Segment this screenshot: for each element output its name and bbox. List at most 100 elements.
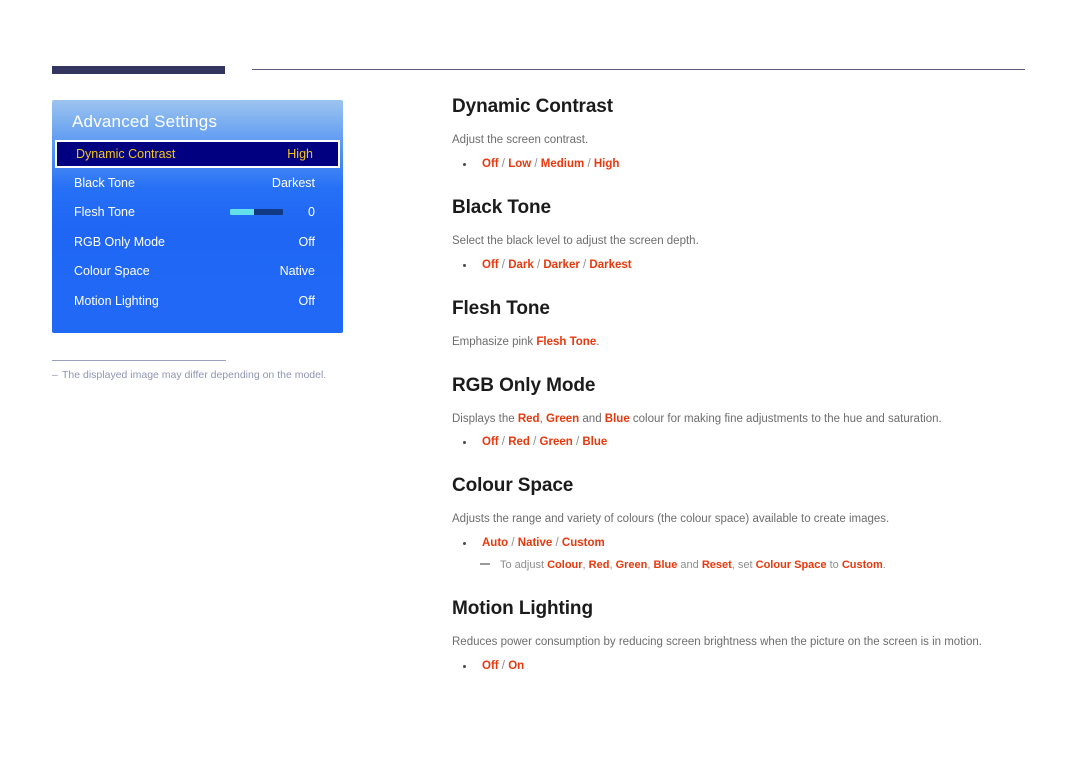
section-heading: Flesh Tone [452, 297, 550, 319]
section-note: To adjust Colour, Red, Green, Blue and R… [452, 557, 1032, 574]
section-heading: Motion Lighting [452, 597, 593, 619]
option-separator: / [533, 258, 544, 271]
option-value: Off [482, 258, 499, 271]
bullet-icon [463, 162, 466, 166]
option-value: Medium [540, 157, 585, 170]
option-separator: / [498, 157, 509, 170]
footnote-dash-icon: ‒ [52, 369, 58, 381]
manual-content: Dynamic Contrast Adjust the screen contra… [452, 96, 1032, 678]
option-value: Darkest [589, 258, 632, 271]
text-fragment: . [882, 559, 886, 572]
section-description: Select the black level to adjust the scr… [452, 234, 699, 247]
emphasis-term: Green [545, 412, 580, 425]
text-fragment: . [596, 335, 600, 348]
footnote-text: The displayed image may differ depending… [62, 369, 327, 381]
text-fragment: , set [731, 559, 756, 572]
osd-menu-screenshot: Advanced Settings Dynamic Contrast High Bl… [52, 100, 343, 333]
flesh-tone-slider[interactable] [230, 209, 283, 216]
option-separator: / [529, 436, 540, 449]
emphasis-term: Red [517, 412, 540, 425]
option-separator: / [579, 258, 590, 271]
option-value: Custom [561, 537, 605, 550]
osd-row-rgb-only-mode[interactable]: RGB Only Mode Off [52, 227, 343, 257]
option-list: Off / On [452, 658, 1032, 675]
section-motion-lighting: Motion Lighting Reduces power consumption… [452, 598, 1032, 675]
section-heading: RGB Only Mode [452, 374, 596, 396]
text-fragment: Displays the [452, 412, 518, 425]
osd-row-dynamic-contrast[interactable]: Dynamic Contrast High [55, 140, 340, 168]
osd-row-label: RGB Only Mode [74, 234, 166, 249]
osd-row-flesh-tone[interactable]: Flesh Tone 0 [52, 198, 343, 228]
osd-row-black-tone[interactable]: Black Tone Darkest [52, 168, 343, 198]
text-fragment: To adjust [500, 559, 548, 572]
osd-row-label: Dynamic Contrast [76, 147, 176, 161]
option-separator: / [508, 537, 518, 550]
osd-row-label: Colour Space [74, 264, 150, 279]
bullet-icon [463, 263, 466, 267]
bullet-icon [463, 542, 466, 546]
option-value: Darker [543, 258, 580, 271]
option-list: Off / Red / Green / Blue [452, 434, 1032, 451]
bullet-icon [463, 664, 466, 668]
section-colour-space: Colour Space Adjusts the range and variet… [452, 475, 1032, 573]
option-value: Native [517, 537, 553, 550]
section-black-tone: Black Tone Select the black level to adju… [452, 197, 1032, 274]
emphasis-term: Flesh Tone [536, 335, 597, 348]
osd-row-label: Black Tone [74, 175, 135, 190]
footnote: ‒ The displayed image may differ dependi… [52, 368, 352, 383]
header-accent-bar [52, 66, 225, 74]
bullet-icon [463, 441, 466, 445]
emphasis-term: Colour [547, 559, 583, 572]
osd-row-value: Native [279, 264, 315, 279]
section-heading: Colour Space [452, 475, 574, 497]
osd-row-colour-space[interactable]: Colour Space Native [52, 257, 343, 287]
section-description: Adjusts the range and variety of colours… [452, 513, 890, 526]
option-separator: / [498, 258, 509, 271]
emphasis-term: Reset [701, 559, 732, 572]
osd-menu-row-list: Dynamic Contrast High Black Tone Darkest Fle… [52, 140, 343, 316]
option-value: Off [482, 157, 499, 170]
option-separator: / [552, 537, 562, 550]
option-separator: / [498, 436, 509, 449]
osd-row-label: Flesh Tone [74, 205, 135, 220]
header-rule [252, 69, 1025, 70]
osd-row-motion-lighting[interactable]: Motion Lighting Off [52, 286, 343, 316]
option-value: Dark [508, 258, 534, 271]
osd-row-value: High [287, 147, 313, 161]
text-fragment: and [677, 559, 702, 572]
option-value: Green [539, 436, 573, 449]
text-fragment: to [826, 559, 842, 572]
section-dynamic-contrast: Dynamic Contrast Adjust the screen contra… [452, 96, 1032, 173]
emphasis-term: Colour Space [755, 559, 827, 572]
option-value: High [593, 157, 620, 170]
section-flesh-tone: Flesh Tone Emphasize pink Flesh Tone. [452, 298, 1032, 351]
option-value: Low [508, 157, 532, 170]
option-list: Off / Dark / Darker / Darkest [452, 257, 1032, 274]
osd-row-label: Motion Lighting [74, 293, 159, 308]
slider-fill [230, 209, 254, 216]
option-value: Off [482, 436, 499, 449]
osd-row-slider-group[interactable]: 0 [230, 205, 315, 219]
osd-row-value: Off [298, 234, 315, 249]
text-fragment: Emphasize pink [452, 335, 537, 348]
option-value: On [508, 659, 525, 672]
section-rgb-only-mode: RGB Only Mode Displays the Red, Green and… [452, 375, 1032, 452]
section-description: Reduces power consumption by reducing sc… [452, 635, 982, 648]
option-list: Auto / Native / Custom [452, 535, 1032, 552]
option-separator: / [584, 157, 594, 170]
osd-row-value: Darkest [271, 175, 315, 190]
osd-menu-title: Advanced Settings [72, 112, 218, 131]
note-dash-icon [480, 563, 490, 566]
option-separator: / [531, 157, 541, 170]
section-heading: Dynamic Contrast [452, 96, 613, 117]
emphasis-term: Green [615, 559, 648, 572]
option-value: Off [482, 659, 499, 672]
option-list: Off / Low / Medium / High [452, 156, 1032, 173]
option-value: Blue [582, 436, 608, 449]
osd-row-value: Off [298, 293, 315, 308]
section-heading: Black Tone [452, 196, 551, 218]
option-value: Red [508, 436, 530, 449]
text-fragment: and [579, 412, 605, 425]
option-separator: / [572, 436, 583, 449]
emphasis-term: Custom [841, 559, 883, 572]
